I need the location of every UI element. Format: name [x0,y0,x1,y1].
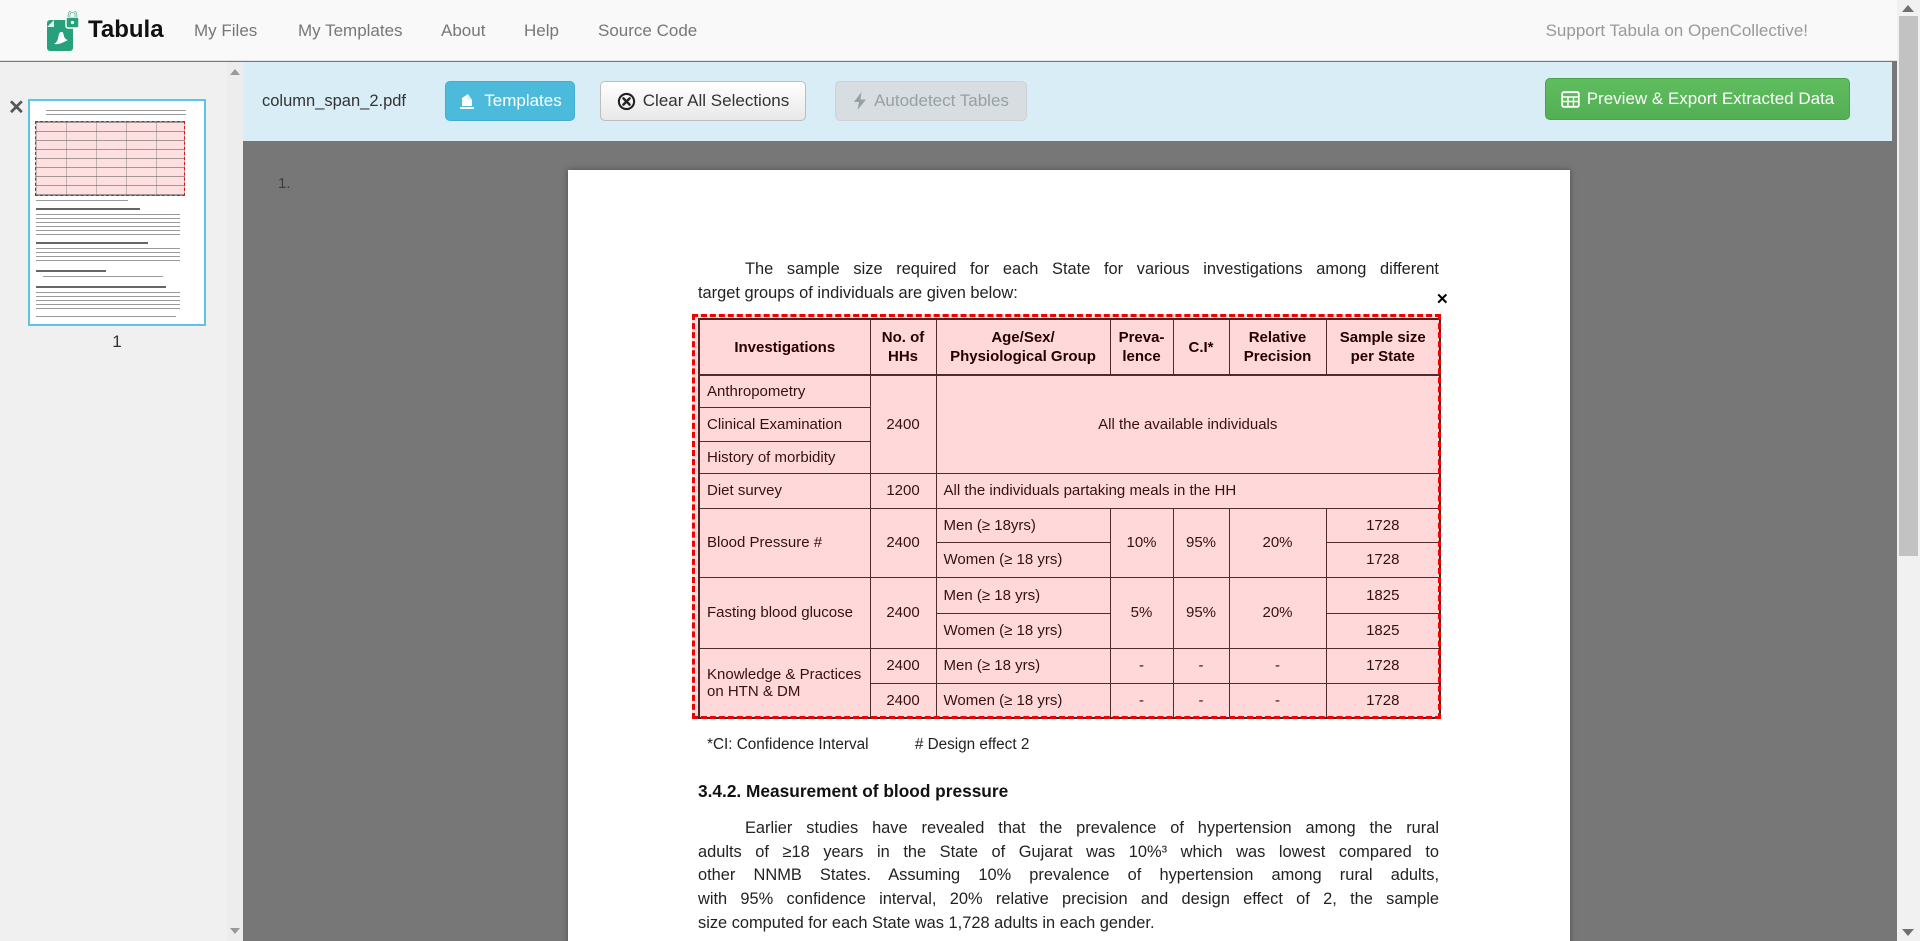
selection-close-icon[interactable]: ✕ [1436,290,1449,308]
scroll-up-icon[interactable] [1902,5,1914,12]
mini-heading [36,270,106,272]
mini-text [36,200,128,202]
document-toolbar: column_span_2.pdf Templates Clear All Se… [243,62,1892,141]
tabula-logo-icon [46,11,80,52]
templates-button[interactable]: Templates [445,81,575,121]
page-thumbnail[interactable] [28,99,206,326]
brand-title[interactable]: Tabula [88,16,164,44]
autodetect-tables-label: Autodetect Tables [874,91,1009,111]
support-link[interactable]: Support Tabula on OpenCollective! [1546,21,1808,41]
body-line: with 95% confidence interval, 20% relati… [698,888,1439,912]
document-filename: column_span_2.pdf [262,92,406,111]
top-navbar: Tabula My Files My Templates About Help … [0,0,1897,61]
mini-text [36,248,180,264]
nav-my-templates[interactable]: My Templates [298,21,403,41]
body-line: Earlier studies have revealed that the p… [698,817,1439,841]
mini-text [43,276,163,279]
preview-export-label: Preview & Export Extracted Data [1587,89,1835,109]
scroll-up-icon[interactable] [230,69,240,75]
templates-button-label: Templates [484,91,561,111]
pdf-page[interactable]: The sample size required for each State … [568,170,1570,941]
nav-source-code[interactable]: Source Code [598,21,697,41]
page-number-marker: 1. [278,175,291,192]
clear-all-selections-label: Clear All Selections [643,91,789,111]
nav-my-files[interactable]: My Files [194,21,257,41]
lightning-icon [853,92,867,110]
mini-text [46,110,186,116]
circle-x-icon [617,92,636,111]
scrollbar-thumb[interactable] [1899,16,1918,556]
mini-text [36,214,180,236]
remove-page-icon[interactable]: ✕ [8,95,25,120]
mini-heading [36,286,166,288]
mini-heading [36,242,148,244]
spreadsheet-icon [1561,91,1580,108]
nav-about[interactable]: About [441,21,485,41]
footnote-ci: *CI: Confidence Interval [707,736,869,753]
table-selection-overlay[interactable] [692,314,1441,719]
page-thumbnail-sidebar: ✕ 1 [0,62,243,941]
mini-heading [36,208,140,210]
sidebar-scrollbar[interactable] [227,62,243,941]
mini-text [36,292,180,310]
body-line: size computed for each State was 1,728 a… [698,912,1439,936]
preview-export-button[interactable]: Preview & Export Extracted Data [1545,78,1850,120]
autodetect-tables-button: Autodetect Tables [835,81,1027,121]
footnote-design-effect: # Design effect 2 [915,736,1030,753]
intro-line: The sample size required for each State … [698,258,1439,282]
clear-all-selections-button[interactable]: Clear All Selections [600,81,806,121]
window-scrollbar[interactable] [1897,0,1920,941]
content-area: column_span_2.pdf Templates Clear All Se… [243,62,1897,941]
body-paragraph: Earlier studies have revealed that the p… [698,817,1439,936]
mini-selection-table [35,121,185,196]
thumbnail-page-number: 1 [28,332,206,352]
pdf-viewer: 1. The sample size required for each Sta… [243,141,1897,941]
table-footnotes: *CI: Confidence Interval # Design effect… [707,736,1029,754]
mini-text [36,316,176,318]
intro-paragraph: The sample size required for each State … [698,258,1439,305]
scroll-down-icon[interactable] [230,928,240,934]
nav-help[interactable]: Help [524,21,559,41]
section-heading: 3.4.2. Measurement of blood pressure [698,781,1008,802]
body-line: adults of ≥18 years in the State of Guja… [698,841,1439,865]
body-line: other NNMB States. Assuming 10% prevalen… [698,864,1439,888]
scroll-down-icon[interactable] [1902,929,1914,936]
intro-line: target groups of individuals are given b… [698,282,1439,306]
templates-icon [458,93,477,110]
